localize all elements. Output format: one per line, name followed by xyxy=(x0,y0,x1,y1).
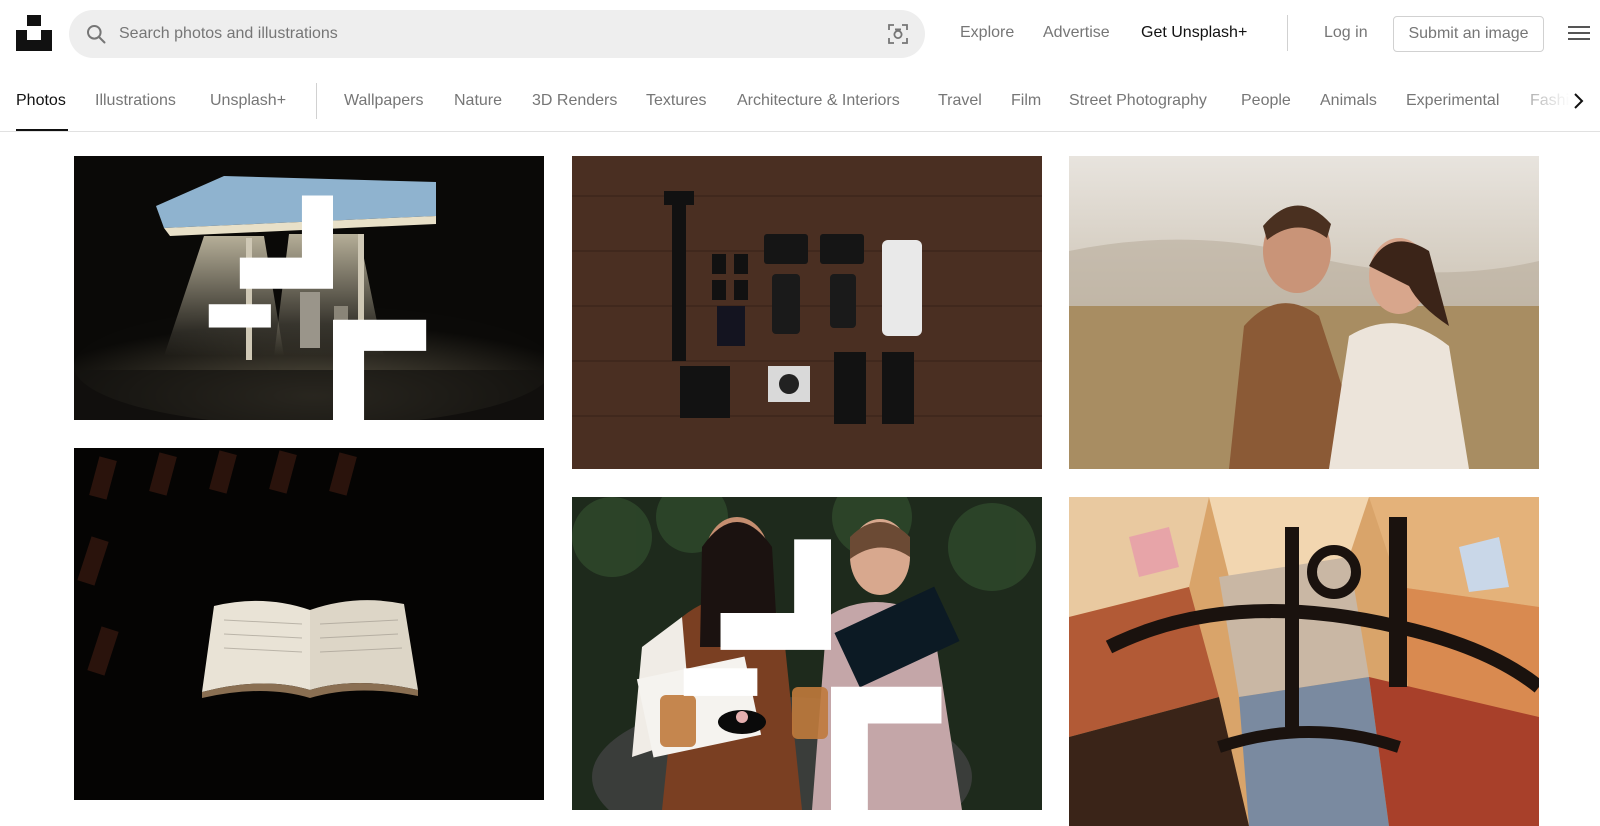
top-header: Explore Advertise Get Unsplash+ Log in S… xyxy=(0,0,1600,68)
abstract-painting-image xyxy=(1069,497,1539,826)
unsplash-plus-badge-icon xyxy=(683,539,942,810)
submit-image-button[interactable]: Submit an image xyxy=(1393,16,1544,52)
category-tabs: Photos Illustrations Unsplash+ Wallpaper… xyxy=(0,80,1600,132)
photo-abstract-painting[interactable] xyxy=(1069,497,1539,826)
tab-wallpapers[interactable]: Wallpapers xyxy=(344,90,423,112)
chevron-right-icon[interactable] xyxy=(1572,90,1586,112)
tab-photos[interactable]: Photos xyxy=(16,90,66,112)
unsplash-plus-badge-icon xyxy=(208,195,427,420)
search-bar xyxy=(69,10,925,58)
camera-gear-image xyxy=(572,156,1042,469)
nav-get-unsplash-plus-link[interactable]: Get Unsplash+ xyxy=(1141,22,1247,44)
search-icon[interactable] xyxy=(86,24,106,44)
tab-textures[interactable]: Textures xyxy=(646,90,706,112)
photo-open-book[interactable] xyxy=(74,448,544,800)
nav-login-link[interactable]: Log in xyxy=(1324,22,1368,44)
tab-unsplash-plus[interactable]: Unsplash+ xyxy=(210,90,286,112)
couple-image xyxy=(1069,156,1539,469)
tab-people[interactable]: People xyxy=(1241,90,1291,112)
photo-camera-gear[interactable] xyxy=(572,156,1042,469)
tab-street-photography[interactable]: Street Photography xyxy=(1069,90,1207,112)
hamburger-menu-icon[interactable] xyxy=(1568,23,1590,43)
tab-3d-renders[interactable]: 3D Renders xyxy=(532,90,617,112)
tab-film[interactable]: Film xyxy=(1011,90,1041,112)
tab-nature[interactable]: Nature xyxy=(454,90,502,112)
active-tab-indicator xyxy=(16,129,68,131)
header-divider xyxy=(1287,15,1288,51)
visual-search-icon[interactable] xyxy=(887,23,909,45)
nav-explore-link[interactable]: Explore xyxy=(960,22,1014,44)
tab-travel[interactable]: Travel xyxy=(938,90,982,112)
photo-couple[interactable] xyxy=(1069,156,1539,469)
tab-animals[interactable]: Animals xyxy=(1320,90,1377,112)
tabs-divider xyxy=(316,83,317,119)
tab-architecture-interiors[interactable]: Architecture & Interiors xyxy=(737,90,900,112)
open-book-image xyxy=(74,448,544,800)
photo-women-reading[interactable] xyxy=(572,497,1042,810)
tab-illustrations[interactable]: Illustrations xyxy=(95,90,176,112)
unsplash-logo-icon[interactable] xyxy=(16,15,52,51)
search-input[interactable] xyxy=(119,10,839,58)
photo-gas-station[interactable] xyxy=(74,156,544,420)
nav-advertise-link[interactable]: Advertise xyxy=(1043,22,1110,44)
tab-experimental[interactable]: Experimental xyxy=(1406,90,1499,112)
